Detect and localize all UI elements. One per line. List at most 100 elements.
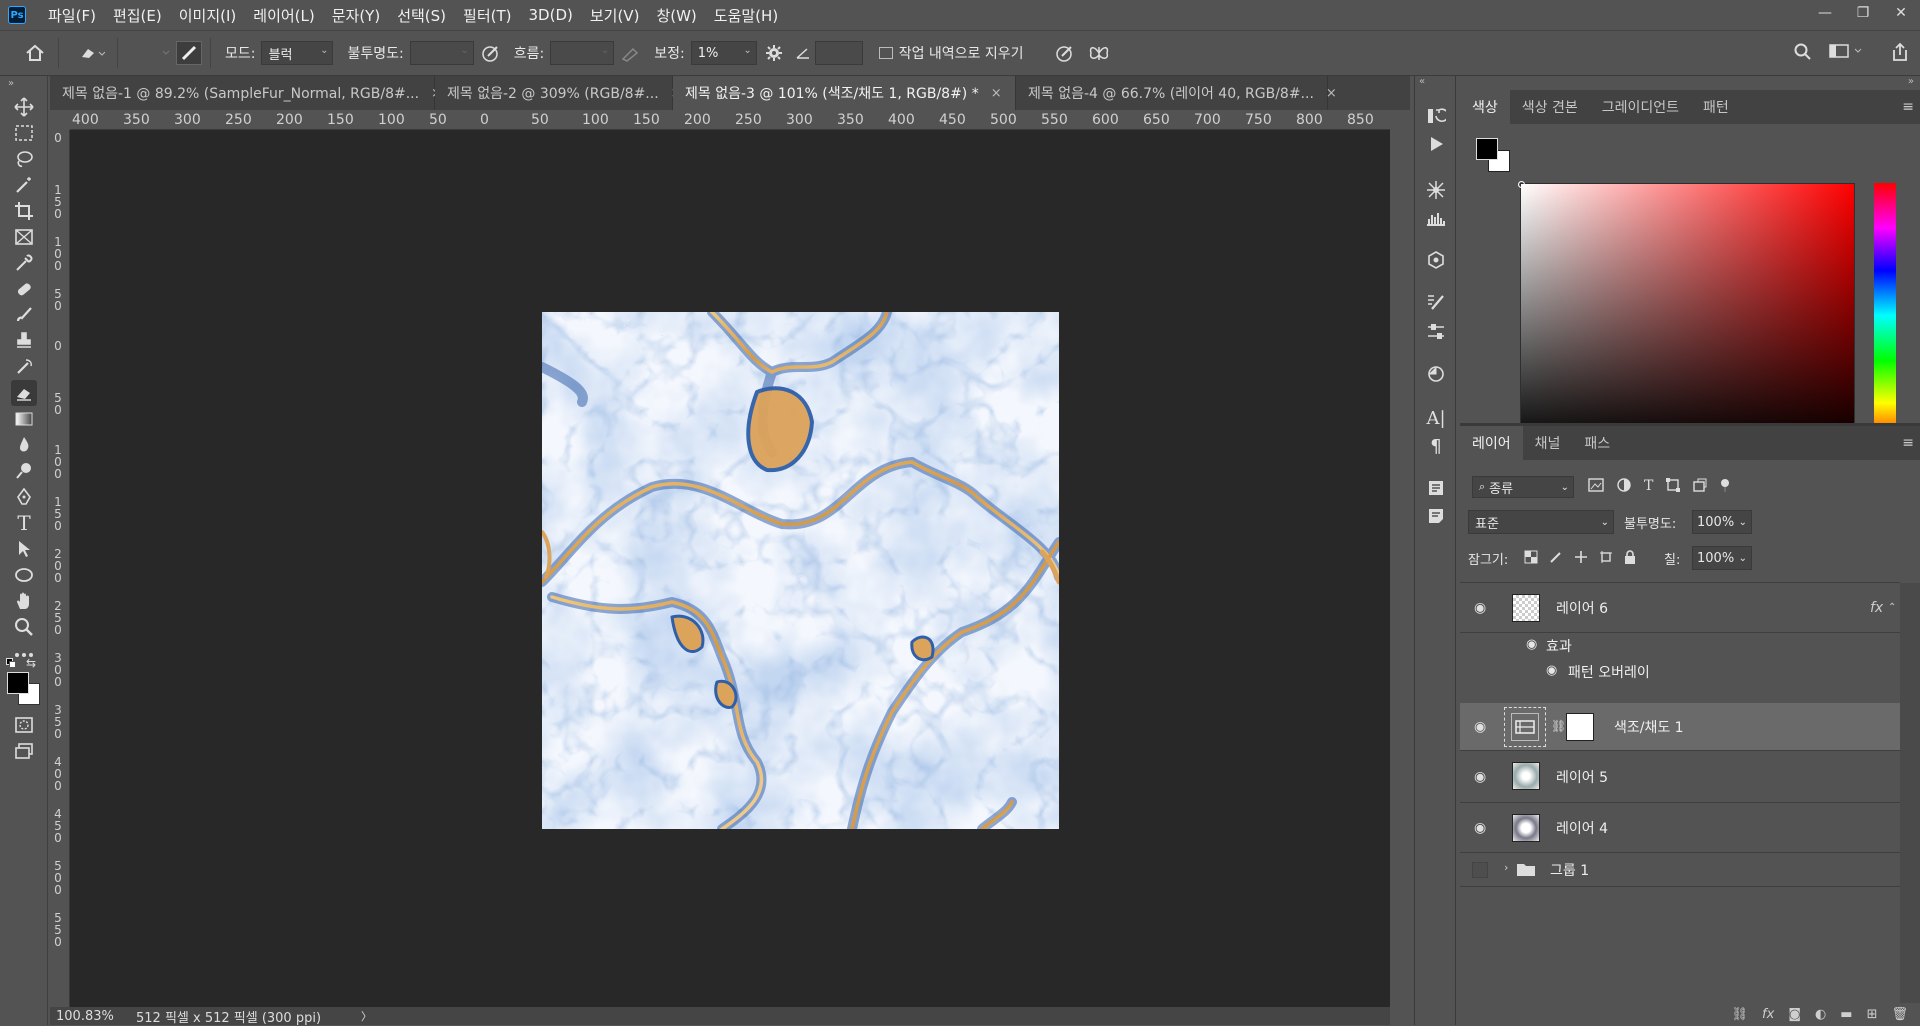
erase-to-history-checkbox[interactable] <box>878 47 893 59</box>
layer-mask-thumbnail[interactable] <box>1566 713 1594 741</box>
tab-untitled-1[interactable]: 제목 없음-1 @ 89.2% (SampleFur_Normal, RGB/8… <box>50 76 442 110</box>
foreground-color-swatch[interactable] <box>7 672 29 694</box>
zoom-level[interactable]: 100.83% <box>56 1009 126 1024</box>
filter-pixel-icon[interactable] <box>1588 478 1604 496</box>
tab-untitled-2[interactable]: 제목 없음-2 @ 309% (RGB/8#...× <box>435 76 682 110</box>
add-layer-style-icon[interactable]: fx <box>1762 1007 1774 1022</box>
filter-smart-object-icon[interactable] <box>1693 478 1707 496</box>
expand-group-icon[interactable]: › <box>1504 861 1508 874</box>
dodge-tool-icon[interactable] <box>11 458 37 484</box>
flow-field[interactable]: ⌄ <box>550 41 615 65</box>
filter-adjustment-icon[interactable] <box>1617 478 1631 496</box>
tab-color[interactable]: 색상 <box>1460 90 1510 124</box>
close-window-button[interactable]: ✕ <box>1882 0 1920 26</box>
symmetry-butterfly-icon[interactable] <box>1082 44 1116 62</box>
lock-position-icon[interactable] <box>1574 550 1588 568</box>
layer-row-hue-saturation-1[interactable]: ◉ ⛓ 색조/채도 1 <box>1460 703 1900 751</box>
tab-untitled-4[interactable]: 제목 없음-4 @ 66.7% (레이어 40, RGB/8#... × <box>1016 76 1337 110</box>
actions-play-icon[interactable] <box>1424 132 1448 156</box>
home-icon[interactable] <box>20 44 50 62</box>
gradient-tool-icon[interactable] <box>11 406 37 432</box>
layer-row-layer-5[interactable]: ◉ 레이어 5 <box>1460 751 1900 803</box>
brush-tool-icon[interactable] <box>11 302 37 328</box>
color-picker-cursor[interactable] <box>1518 181 1525 188</box>
tab-patterns[interactable]: 패턴 <box>1691 90 1741 124</box>
layer-opacity-field[interactable]: 100% ⌄ <box>1692 510 1752 534</box>
lock-all-icon[interactable] <box>1624 550 1636 568</box>
move-tool-icon[interactable] <box>11 94 37 120</box>
vertical-ruler[interactable]: 0150100500501001502002503003504004505005… <box>50 130 70 1007</box>
clone-source-icon[interactable] <box>1424 362 1448 386</box>
paragraph-panel-icon[interactable]: ¶ <box>1424 434 1448 458</box>
close-tab-icon[interactable]: × <box>991 86 1002 101</box>
tab-gradients[interactable]: 그레이디언트 <box>1590 90 1691 124</box>
share-icon[interactable] <box>1888 42 1912 62</box>
adjustments-sliders-icon[interactable] <box>1424 320 1448 344</box>
menu-filter[interactable]: 필터(T) <box>463 5 511 26</box>
visibility-toggle-empty[interactable] <box>1472 862 1488 878</box>
tab-untitled-3[interactable]: 제목 없음-3 @ 101% (색조/채도 1, RGB/8#) * × <box>673 76 1016 110</box>
canvas-area[interactable] <box>70 130 1390 1007</box>
search-icon[interactable] <box>1792 43 1814 61</box>
notes-panel-icon[interactable] <box>1424 504 1448 528</box>
mask-link-icon[interactable]: ⛓ <box>1551 719 1566 733</box>
menu-window[interactable]: 창(W) <box>656 5 696 26</box>
airbrush-icon[interactable] <box>614 44 648 62</box>
menu-edit[interactable]: 편집(E) <box>113 5 162 26</box>
tab-channels[interactable]: 채널 <box>1523 426 1573 460</box>
type-tool-icon[interactable]: T <box>11 510 37 536</box>
character-panel-icon[interactable]: A| <box>1424 406 1448 430</box>
tab-layers[interactable]: 레이어 <box>1460 426 1523 460</box>
menu-layer[interactable]: 레이어(L) <box>253 5 314 26</box>
brush-preset-picker-icon[interactable] <box>126 48 176 58</box>
canvas-vertical-scrollbar[interactable] <box>1390 130 1412 1007</box>
hand-tool-icon[interactable] <box>11 588 37 614</box>
pressure-opacity-icon[interactable] <box>474 43 508 63</box>
path-selection-tool-icon[interactable] <box>11 536 37 562</box>
status-menu-arrow[interactable]: 〉 <box>361 1008 372 1024</box>
3d-panel-icon[interactable] <box>1424 178 1448 202</box>
screen-mode-icon[interactable] <box>11 738 37 764</box>
effects-eye-icon[interactable]: ◉ <box>1526 637 1537 652</box>
swap-colors-icon[interactable]: ⇆ <box>26 656 36 670</box>
lock-artboard-icon[interactable] <box>1599 550 1613 568</box>
add-mask-icon[interactable]: ◙ <box>1788 1007 1801 1022</box>
frame-tool-icon[interactable] <box>11 224 37 250</box>
menu-file[interactable]: 파일(F) <box>48 5 96 26</box>
close-tab-icon[interactable]: × <box>1326 86 1337 101</box>
brush-settings-panel-icon[interactable] <box>1424 290 1448 314</box>
pattern-overlay-eye-icon[interactable]: ◉ <box>1546 663 1557 678</box>
tab-swatches[interactable]: 색상 견본 <box>1510 90 1590 124</box>
layer-row-layer-6[interactable]: ◉ 레이어 6 fx ⌃ <box>1460 583 1900 633</box>
menu-type[interactable]: 문자(Y) <box>332 5 380 26</box>
horizontal-ruler[interactable]: 400 350 300 250 200 150 100 50 0 50 100 150 200 250 30… <box>70 110 1390 130</box>
eyedropper-tool-icon[interactable] <box>11 250 37 276</box>
color-saturation-field[interactable] <box>1518 181 1855 448</box>
zoom-tool-icon[interactable] <box>11 614 37 640</box>
lock-transparent-pixels-icon[interactable] <box>1524 550 1538 568</box>
filter-toggle-icon[interactable] <box>1720 478 1730 496</box>
new-adjustment-layer-icon[interactable]: ◐ <box>1815 1007 1826 1022</box>
layer-row-layer-4[interactable]: ◉ 레이어 4 <box>1460 803 1900 853</box>
visibility-eye-icon[interactable]: ◉ <box>1474 769 1486 785</box>
filter-type-icon[interactable]: T <box>1644 478 1653 496</box>
history-panel-icon[interactable] <box>1424 104 1448 128</box>
new-group-icon[interactable]: ▬ <box>1840 1007 1852 1022</box>
expand-panels-icon[interactable]: « <box>1419 76 1425 87</box>
eraser-tool-preset-icon[interactable] <box>75 45 109 61</box>
filter-shape-icon[interactable] <box>1666 478 1681 496</box>
workspace-switcher-icon[interactable] <box>1828 43 1864 59</box>
mode-select[interactable]: 블럭 ⌄ <box>261 41 334 65</box>
layers-scrollbar[interactable] <box>1900 583 1920 1003</box>
menu-3d[interactable]: 3D(D) <box>529 6 573 24</box>
collapse-toolbar-icon[interactable]: » <box>8 78 14 89</box>
delete-layer-icon[interactable]: 🗑 <box>1891 1007 1908 1022</box>
layer-filter-select[interactable]: ⌕ 종류 ⌄ <box>1472 476 1574 498</box>
blend-mode-select[interactable]: 표준 ⌄ <box>1468 510 1614 534</box>
menu-view[interactable]: 보기(V) <box>590 5 640 26</box>
restore-button[interactable]: ❐ <box>1844 0 1882 26</box>
new-layer-icon[interactable]: ⊞ <box>1867 1007 1878 1022</box>
document-canvas[interactable] <box>542 312 1059 829</box>
blur-tool-icon[interactable] <box>11 432 37 458</box>
spot-healing-tool-icon[interactable] <box>11 276 37 302</box>
